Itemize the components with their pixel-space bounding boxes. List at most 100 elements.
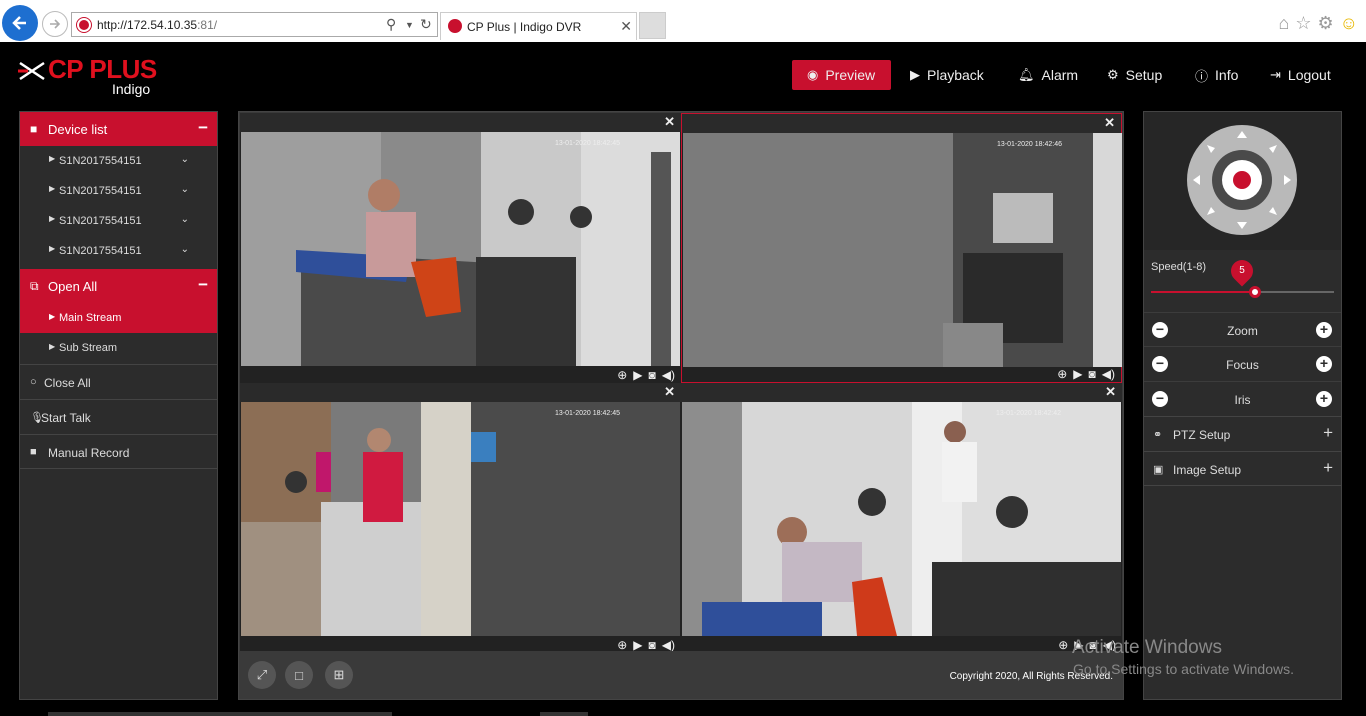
record-icon[interactable]: ▶ xyxy=(1073,367,1082,381)
device-list-header[interactable]: ■ Device list − xyxy=(20,112,217,146)
device-item[interactable]: ▶ S1N2017554151 ⌄ xyxy=(20,236,217,266)
zoom-in-icon[interactable]: + xyxy=(1316,322,1332,338)
circle-icon: ○ xyxy=(30,376,37,388)
dropdown-icon[interactable]: ▼ xyxy=(405,20,414,30)
manual-record-button[interactable]: ■ Manual Record xyxy=(20,434,217,469)
chevron-down-icon[interactable]: ⌄ xyxy=(181,244,189,255)
ptz-setup-row[interactable]: ⚭ PTZ Setup + xyxy=(1144,416,1341,451)
video-cell-1[interactable]: ✕ 13-01-2020 18:42:45 ⊕ ▶ ◙ ◀) xyxy=(240,113,681,383)
zoom-in-icon[interactable]: ⊕ xyxy=(1058,638,1068,652)
info-icon: ⓘ xyxy=(1195,68,1209,84)
home-icon[interactable]: ⌂ xyxy=(1278,13,1289,34)
chevron-down-icon[interactable]: ⌄ xyxy=(181,184,189,195)
close-video-icon[interactable]: ✕ xyxy=(664,114,675,130)
settings-gear-icon[interactable]: ⚙ xyxy=(1317,13,1333,34)
refresh-icon[interactable]: ↻ xyxy=(420,16,432,33)
logout-icon: ⇥ xyxy=(1270,67,1281,82)
close-video-icon[interactable]: ✕ xyxy=(1104,115,1115,131)
iris-label: Iris xyxy=(1234,393,1251,407)
bell-icon: 🔔︎ xyxy=(1018,67,1035,82)
device-list-title: Device list xyxy=(48,122,108,137)
tab-title: CP Plus | Indigo DVR xyxy=(467,20,582,34)
cp-plus-mark-icon xyxy=(18,60,46,82)
video-timestamp: 13-01-2020 18:42:45 xyxy=(555,410,620,417)
expand-plus-icon[interactable]: + xyxy=(1323,423,1333,443)
left-panel: ■ Device list − ▶ S1N2017554151 ⌄ ▶ S1N2… xyxy=(19,111,218,700)
gear-icon: ⚙ xyxy=(1107,67,1119,82)
brand-name: CP PLUS xyxy=(48,54,157,84)
menu-info[interactable]: ⓘ Info xyxy=(1195,60,1238,90)
forward-button[interactable] xyxy=(42,11,68,37)
expand-arrow-icon: ▶ xyxy=(49,312,56,321)
device-item[interactable]: ▶ S1N2017554151 ⌄ xyxy=(20,146,217,176)
close-tab-icon[interactable]: ✕ xyxy=(620,18,632,35)
favorites-star-icon[interactable]: ☆ xyxy=(1295,13,1311,34)
back-button[interactable] xyxy=(2,5,38,41)
single-view-icon[interactable]: □ xyxy=(285,661,313,689)
close-video-icon[interactable]: ✕ xyxy=(664,384,675,400)
close-all-label: Close All xyxy=(44,376,91,390)
record-icon[interactable]: ▶ xyxy=(633,638,642,652)
speed-label: Speed(1-8) xyxy=(1151,261,1207,273)
new-tab-button[interactable] xyxy=(639,12,666,39)
browser-tab[interactable]: CP Plus | Indigo DVR ✕ xyxy=(440,12,637,40)
fullscreen-icon[interactable]: ⤢ xyxy=(248,661,276,689)
zoom-in-icon[interactable]: ⊕ xyxy=(1057,367,1067,381)
focus-plus-icon[interactable]: + xyxy=(1316,356,1332,372)
search-icon[interactable]: ⚲ xyxy=(386,16,396,33)
start-talk-label: Start Talk xyxy=(41,411,91,425)
menu-alarm-label: Alarm xyxy=(1041,67,1079,83)
open-all-header[interactable]: ⧉ Open All − xyxy=(20,269,217,303)
device-name: S1N2017554151 xyxy=(59,155,142,167)
ptz-direction-pad[interactable] xyxy=(1144,112,1341,250)
site-favicon-icon xyxy=(77,18,91,32)
device-item[interactable]: ▶ S1N2017554151 ⌄ xyxy=(20,176,217,206)
video-cell-2[interactable]: ✕ 13-01-2020 18:42:46 ⊕ ▶ ◙ ◀) xyxy=(681,113,1122,383)
image-setup-row[interactable]: ▣ Image Setup + xyxy=(1144,451,1341,486)
camera-icon: ■ xyxy=(30,122,38,136)
start-talk-button[interactable]: 🎙︎ Start Talk xyxy=(20,399,217,434)
forward-arrow-icon xyxy=(50,19,61,29)
menu-alarm[interactable]: 🔔︎ Alarm xyxy=(1018,60,1078,90)
video-timestamp: 13-01-2020 18:42:45 xyxy=(555,140,620,147)
menu-playback[interactable]: ▶ Playback xyxy=(910,60,984,90)
feedback-smiley-icon[interactable]: ☺ xyxy=(1340,13,1358,34)
audio-icon[interactable]: ◀) xyxy=(1102,367,1115,381)
url-host: http://172.54.10.35 xyxy=(97,18,198,32)
video-cell-3[interactable]: ✕ 13-01-2020 18:42:45 ⊕ ▶ ◙ ◀) xyxy=(240,383,681,653)
zoom-in-icon[interactable]: ⊕ xyxy=(617,638,627,652)
audio-icon[interactable]: ◀) xyxy=(662,638,675,652)
expand-plus-icon[interactable]: + xyxy=(1323,458,1333,478)
record-icon[interactable]: ▶ xyxy=(633,368,642,382)
horizontal-scrollbar[interactable] xyxy=(48,712,392,716)
stream-main[interactable]: ▶ Main Stream xyxy=(20,303,217,333)
device-item[interactable]: ▶ S1N2017554151 ⌄ xyxy=(20,206,217,236)
speed-slider[interactable] xyxy=(1151,286,1334,298)
speed-slider-knob[interactable] xyxy=(1249,286,1262,298)
snapshot-camera-icon[interactable]: ◙ xyxy=(1089,367,1096,381)
close-all-button[interactable]: ○ Close All xyxy=(20,364,217,399)
chevron-down-icon[interactable]: ⌄ xyxy=(181,214,189,225)
zoom-in-icon[interactable]: ⊕ xyxy=(617,368,627,382)
address-bar[interactable]: http://172.54.10.35:81/ ⚲ ▼ ↻ xyxy=(71,12,438,37)
chevron-down-icon[interactable]: ⌄ xyxy=(181,154,189,165)
video-cell-4[interactable]: ✕ 13-01-2020 18:42:42 ⊕ ▶ ◙ ◀) xyxy=(681,383,1122,653)
menu-playback-label: Playback xyxy=(927,67,984,83)
stream-sub[interactable]: ▶ Sub Stream xyxy=(20,333,217,363)
snapshot-camera-icon[interactable]: ◙ xyxy=(649,638,656,652)
activation-watermark-text: Go to Settings to activate Windows. xyxy=(1073,661,1294,677)
close-video-icon[interactable]: ✕ xyxy=(1105,384,1116,400)
horizontal-scrollbar-thumb[interactable] xyxy=(540,712,588,716)
quad-view-icon[interactable]: ⊞ xyxy=(325,661,353,689)
collapse-icon[interactable]: − xyxy=(198,275,208,295)
menu-logout[interactable]: ⇥ Logout xyxy=(1270,60,1331,90)
speed-value: 5 xyxy=(1239,265,1245,276)
menu-preview[interactable]: ◉ Preview xyxy=(792,60,891,90)
iris-plus-icon[interactable]: + xyxy=(1316,391,1332,407)
audio-icon[interactable]: ◀) xyxy=(662,368,675,382)
snapshot-camera-icon[interactable]: ◙ xyxy=(649,368,656,382)
manual-record-label: Manual Record xyxy=(48,446,130,460)
menu-setup[interactable]: ⚙ Setup xyxy=(1107,60,1162,90)
collapse-icon[interactable]: − xyxy=(198,118,208,138)
eye-icon: ◉ xyxy=(807,67,819,82)
